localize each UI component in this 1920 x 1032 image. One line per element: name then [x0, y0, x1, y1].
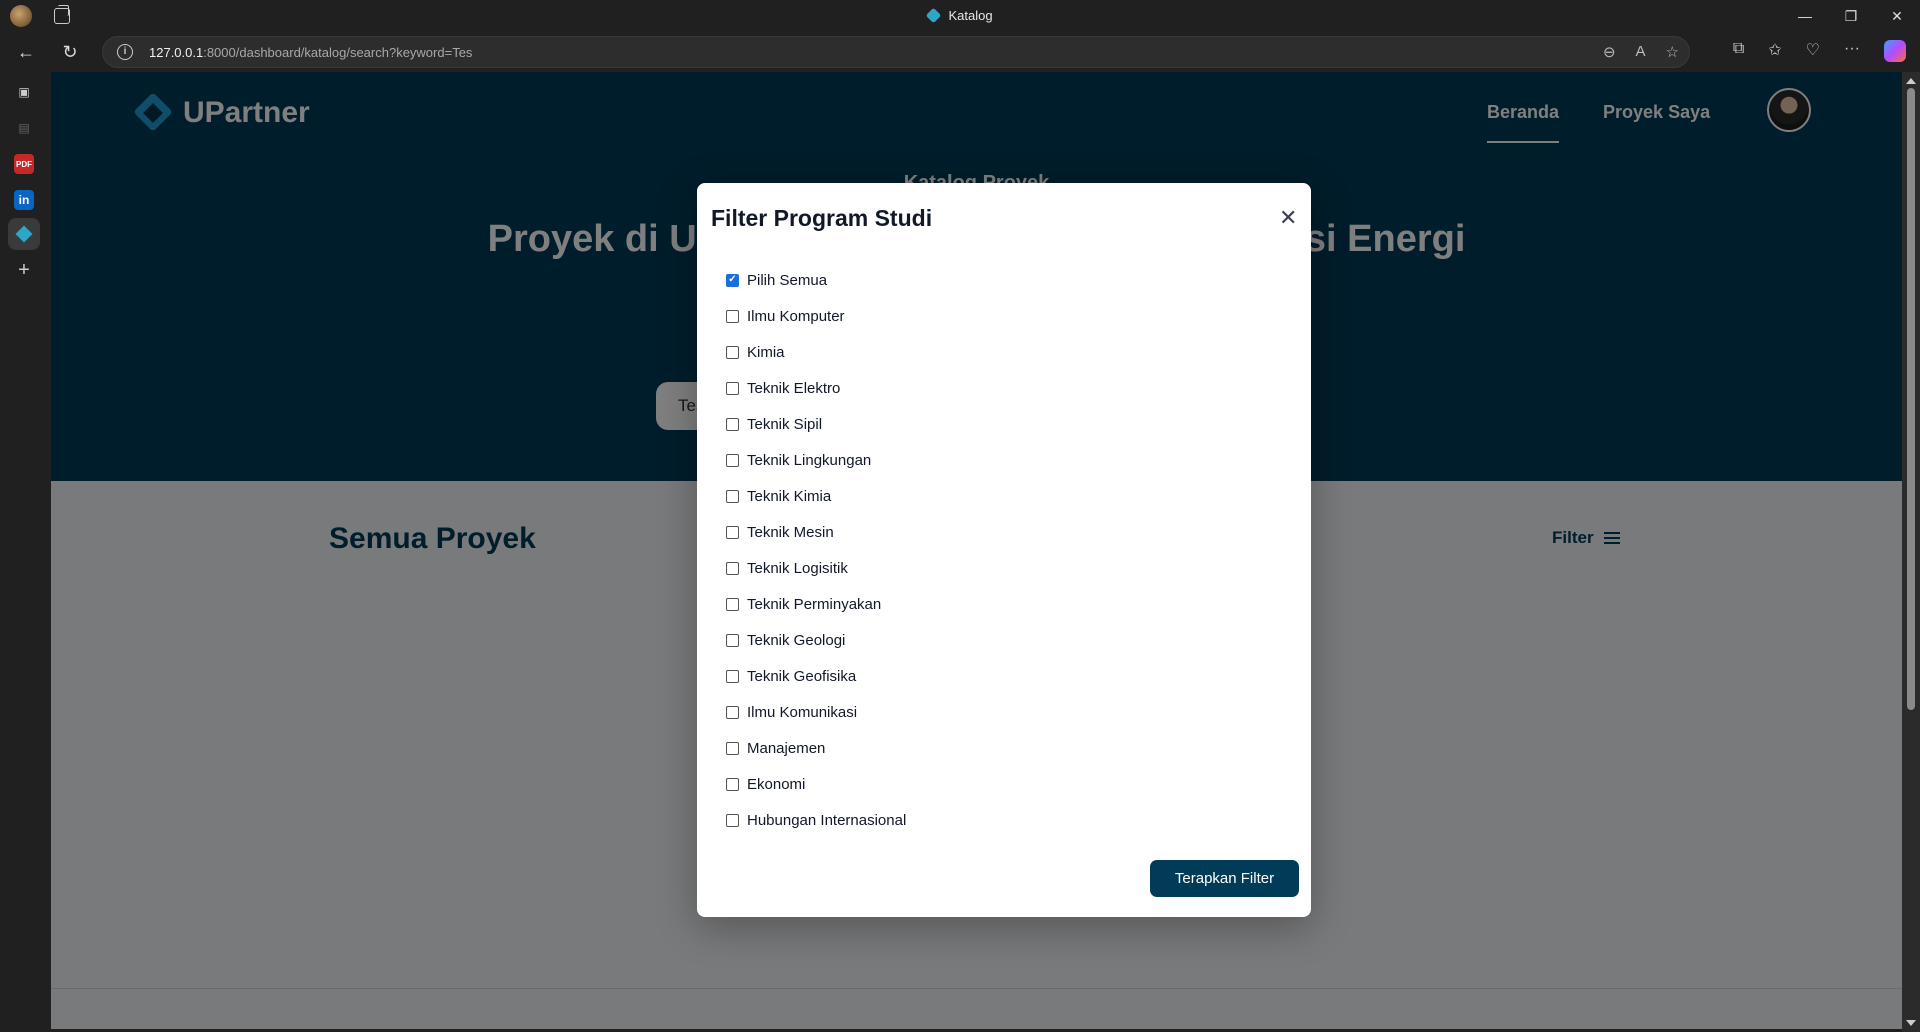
upartner-app-icon[interactable] — [8, 218, 40, 250]
program-option[interactable]: Hubungan Internasional — [726, 802, 906, 838]
pdf-app-icon[interactable]: PDF — [14, 154, 34, 174]
page-viewport: UPartner Beranda Proyek Saya Katalog Pro… — [51, 72, 1902, 1029]
checkbox-checked-icon[interactable]: ✓ — [726, 273, 739, 287]
checkbox-icon[interactable] — [726, 561, 739, 575]
apply-filter-button[interactable]: Terapkan Filter — [1150, 860, 1299, 897]
program-option[interactable]: Teknik Geologi — [726, 622, 906, 658]
browser-sidebar: ▣ ▤ PDF in + — [0, 72, 48, 1032]
option-label: Ilmu Komunikasi — [747, 703, 858, 721]
copilot-icon[interactable] — [1884, 40, 1906, 62]
option-label: Teknik Logisitik — [747, 559, 848, 577]
option-label: Teknik Perminyakan — [747, 595, 882, 613]
scroll-up-icon[interactable] — [1906, 78, 1916, 84]
program-option[interactable]: Ilmu Komunikasi — [726, 694, 906, 730]
program-option[interactable]: Teknik Kimia — [726, 478, 906, 514]
option-label: Teknik Mesin — [747, 523, 834, 541]
address-bar[interactable]: i 127.0.0.1:8000/dashboard/katalog/searc… — [102, 36, 1690, 68]
modal-title: Filter Program Studi — [711, 205, 933, 231]
close-icon[interactable]: ✕ — [1279, 207, 1297, 229]
program-option[interactable]: Manajemen — [726, 730, 906, 766]
option-label: Teknik Kimia — [747, 487, 832, 505]
browser-essentials-icon[interactable]: ♡ — [1806, 40, 1820, 62]
option-label: Teknik Geofisika — [747, 667, 857, 685]
scroll-down-icon[interactable] — [1906, 1020, 1916, 1026]
favorites-icon[interactable]: ✩ — [1768, 40, 1781, 62]
browser-toolbar: ← ↻ i 127.0.0.1:8000/dashboard/katalog/s… — [0, 32, 1920, 72]
option-label: Teknik Elektro — [747, 379, 841, 397]
window-controls: — ❐ ✕ — [1782, 0, 1920, 32]
url-host: 127.0.0.1 — [149, 45, 204, 60]
program-option[interactable]: Teknik Logisitik — [726, 550, 906, 586]
scrollbar-thumb[interactable] — [1907, 88, 1915, 710]
checkbox-icon[interactable] — [726, 813, 739, 827]
tab-title: Katalog — [948, 8, 993, 23]
omnibox-icons: ⊖ A ☆ — [1603, 43, 1679, 61]
checkbox-icon[interactable] — [726, 669, 739, 683]
program-option[interactable]: Ekonomi — [726, 766, 906, 802]
program-option[interactable]: Ilmu Komputer — [726, 298, 906, 334]
program-option[interactable]: Teknik Sipil — [726, 406, 906, 442]
option-label: Teknik Geologi — [747, 631, 846, 649]
program-option[interactable]: Teknik Lingkungan — [726, 442, 906, 478]
browser-right-tools: ⧉ ✩ ♡ ··· — [1733, 40, 1906, 62]
checkbox-icon[interactable] — [726, 381, 739, 395]
program-option[interactable]: Teknik Perminyakan — [726, 586, 906, 622]
option-label: Hubungan Internasional — [747, 811, 907, 829]
checkbox-icon[interactable] — [726, 489, 739, 503]
back-arrow-icon[interactable]: ← — [14, 40, 38, 64]
checkbox-icon[interactable] — [726, 309, 739, 323]
program-option[interactable]: ✓ Pilih Semua — [726, 262, 906, 298]
read-aloud-icon[interactable]: A — [1636, 43, 1646, 61]
program-option[interactable]: Teknik Mesin — [726, 514, 906, 550]
checkbox-icon[interactable] — [726, 633, 739, 647]
option-label: Kimia — [747, 343, 785, 361]
linkedin-icon[interactable]: in — [14, 190, 34, 210]
restore-icon[interactable]: ❐ — [1828, 0, 1874, 32]
program-option[interactable]: Kimia — [726, 334, 906, 370]
url-text[interactable]: 127.0.0.1:8000/dashboard/katalog/search?… — [149, 45, 472, 60]
page-scrollbar[interactable] — [1902, 72, 1920, 1032]
collections-icon[interactable]: ▤ — [14, 118, 34, 138]
zoom-out-icon[interactable]: ⊖ — [1603, 43, 1616, 61]
checkbox-icon[interactable] — [726, 417, 739, 431]
program-option[interactable]: Teknik Geofisika — [726, 658, 906, 694]
option-label: Teknik Lingkungan — [747, 451, 872, 469]
close-window-icon[interactable]: ✕ — [1874, 0, 1920, 32]
checkbox-icon[interactable] — [726, 525, 739, 539]
option-label: Manajemen — [747, 739, 826, 757]
more-options-icon[interactable]: ··· — [1844, 40, 1860, 62]
program-option[interactable]: Teknik Elektro — [726, 370, 906, 406]
option-label: Teknik Sipil — [747, 415, 823, 433]
program-studi-options: ✓ Pilih Semua Ilmu Komputer Kimia Teknik Ele… — [726, 262, 906, 838]
extensions-icon[interactable]: ⧉ — [1733, 40, 1744, 62]
option-label: Ilmu Komputer — [747, 307, 845, 325]
site-info-icon[interactable]: i — [117, 44, 133, 60]
favorite-star-icon[interactable]: ☆ — [1666, 43, 1679, 61]
option-label: Ekonomi — [747, 775, 806, 793]
refresh-icon[interactable]: ↻ — [58, 40, 82, 64]
checkbox-icon[interactable] — [726, 777, 739, 791]
option-label: Pilih Semua — [747, 271, 828, 289]
browser-titlebar: Katalog — ❐ ✕ — [0, 0, 1920, 32]
tab-sidebar-icon[interactable]: ▣ — [14, 82, 34, 102]
filter-modal: Filter Program Studi ✕ ✓ Pilih Semua Ilmu … — [697, 183, 1311, 917]
url-path: :8000/dashboard/katalog/search?keyword=T… — [203, 45, 473, 60]
checkbox-icon[interactable] — [726, 741, 739, 755]
checkbox-icon[interactable] — [726, 345, 739, 359]
checkbox-icon[interactable] — [726, 705, 739, 719]
checkbox-icon[interactable] — [726, 453, 739, 467]
minimize-icon[interactable]: — — [1782, 0, 1828, 32]
site-favicon-icon — [926, 7, 942, 24]
checkbox-icon[interactable] — [726, 597, 739, 611]
add-app-icon[interactable]: + — [14, 259, 34, 281]
window-title: Katalog — [0, 7, 1920, 24]
